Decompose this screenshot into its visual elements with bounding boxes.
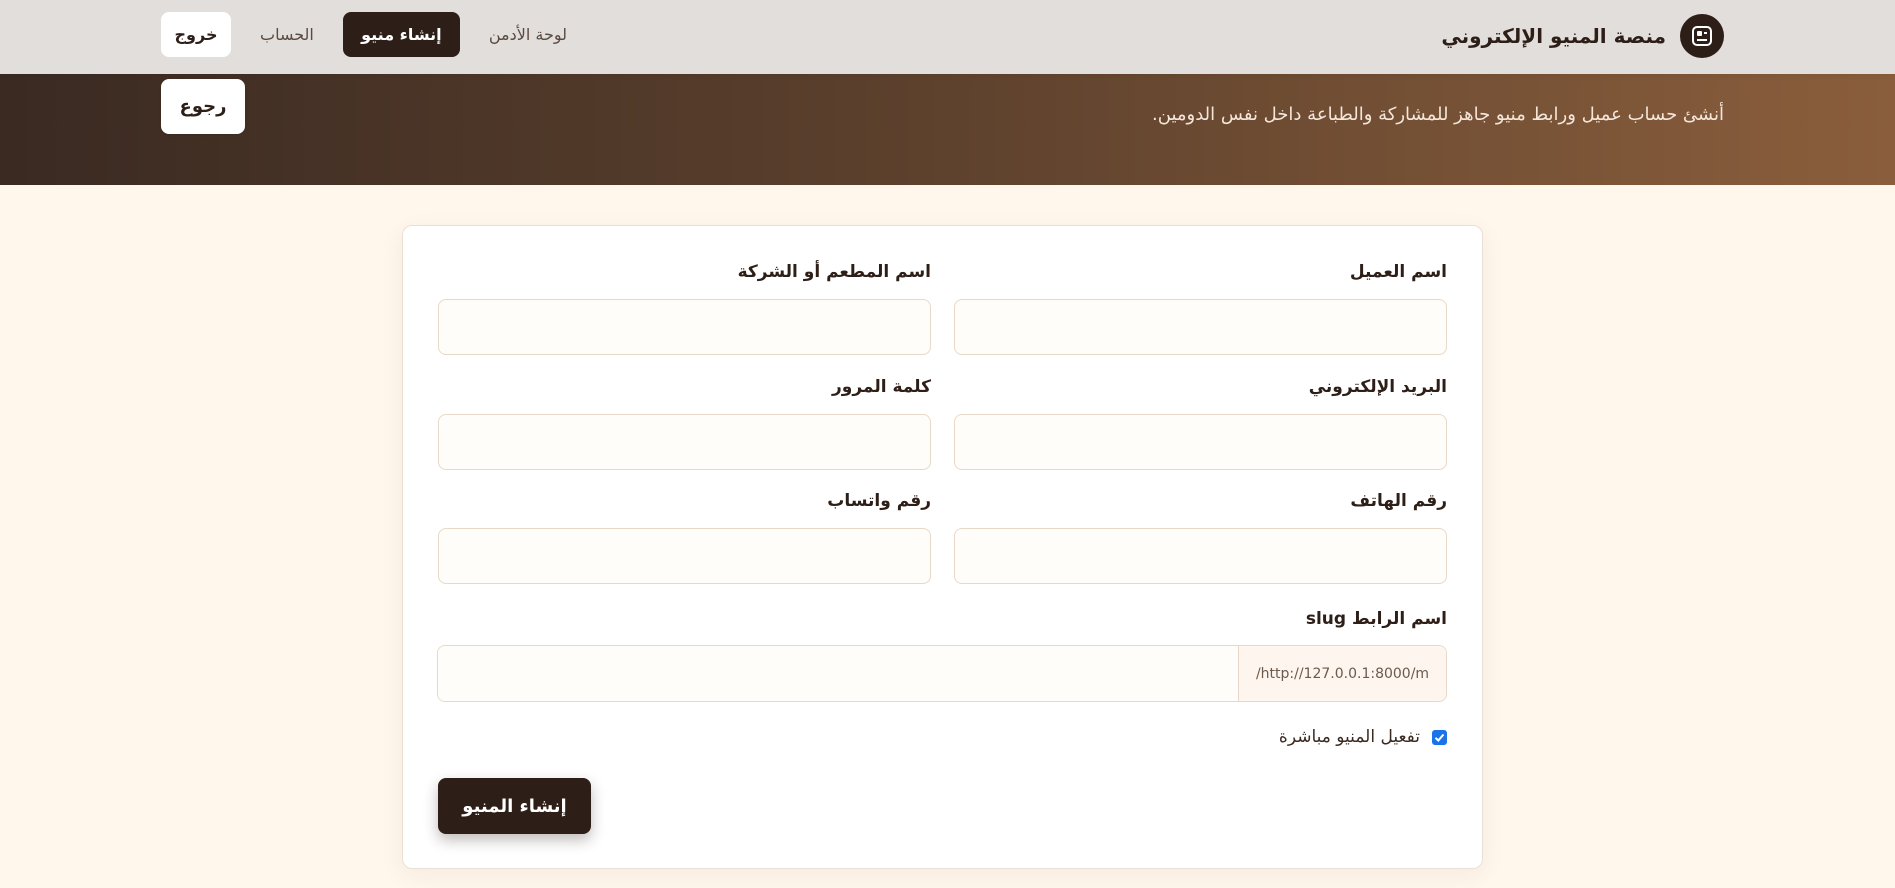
nav-admin-dashboard[interactable]: لوحة الأدمن xyxy=(472,12,584,57)
slug-input-group: http://127.0.0.1:8000/m/ xyxy=(437,645,1447,702)
restaurant-name-group: اسم المطعم أو الشركة xyxy=(438,262,931,355)
hero-banner: أنشئ حساب عميل ورابط منيو جاهز للمشاركة … xyxy=(0,74,1895,185)
restaurant-name-label: اسم المطعم أو الشركة xyxy=(737,262,931,282)
slug-url-prefix: http://127.0.0.1:8000/m/ xyxy=(1238,646,1446,701)
nav-create-menu[interactable]: إنشاء منيو xyxy=(342,12,460,57)
whatsapp-input[interactable] xyxy=(438,528,931,584)
logout-button[interactable]: خروج xyxy=(161,12,231,57)
menu-logo-icon xyxy=(1680,14,1724,58)
create-menu-submit-button[interactable]: إنشاء المنيو xyxy=(438,778,591,834)
nav-account[interactable]: الحساب xyxy=(243,12,331,57)
email-group: البريد الإلكتروني xyxy=(954,377,1447,470)
top-navbar: منصة المنيو الإلكتروني خروج الحساب إنشاء… xyxy=(0,0,1895,74)
email-label: البريد الإلكتروني xyxy=(1308,377,1447,397)
slug-group: اسم الرابط slug http://127.0.0.1:8000/m/ xyxy=(437,609,1447,702)
client-name-group: اسم العميل xyxy=(954,262,1447,355)
slug-label: اسم الرابط slug xyxy=(1305,609,1447,629)
phone-label: رقم الهاتف xyxy=(1350,491,1447,511)
whatsapp-group: رقم واتساب xyxy=(438,491,931,584)
brand[interactable]: منصة المنيو الإلكتروني xyxy=(1441,14,1724,58)
back-button[interactable]: رجوع xyxy=(161,79,245,134)
brand-name: منصة المنيو الإلكتروني xyxy=(1441,24,1666,48)
activate-menu-label[interactable]: تفعيل المنيو مباشرة xyxy=(1279,727,1420,747)
password-label: كلمة المرور xyxy=(832,377,931,397)
client-name-label: اسم العميل xyxy=(1349,262,1447,282)
create-menu-form: اسم العميل اسم المطعم أو الشركة البريد ا… xyxy=(402,225,1483,869)
phone-group: رقم الهاتف xyxy=(954,491,1447,584)
slug-input[interactable] xyxy=(438,646,1238,701)
hero-subtitle: أنشئ حساب عميل ورابط منيو جاهز للمشاركة … xyxy=(1152,104,1724,125)
main-nav: خروج الحساب إنشاء منيو لوحة الأدمن xyxy=(161,12,584,57)
email-input[interactable] xyxy=(954,414,1447,470)
phone-input[interactable] xyxy=(954,528,1447,584)
activate-menu-checkbox[interactable] xyxy=(1432,729,1447,745)
client-name-input[interactable] xyxy=(954,299,1447,355)
password-group: كلمة المرور xyxy=(438,377,931,470)
restaurant-name-input[interactable] xyxy=(438,299,931,355)
password-input[interactable] xyxy=(438,414,931,470)
checkmark-icon xyxy=(1434,733,1445,742)
activate-menu-option: تفعيل المنيو مباشرة xyxy=(1279,726,1447,748)
whatsapp-label: رقم واتساب xyxy=(827,491,931,511)
